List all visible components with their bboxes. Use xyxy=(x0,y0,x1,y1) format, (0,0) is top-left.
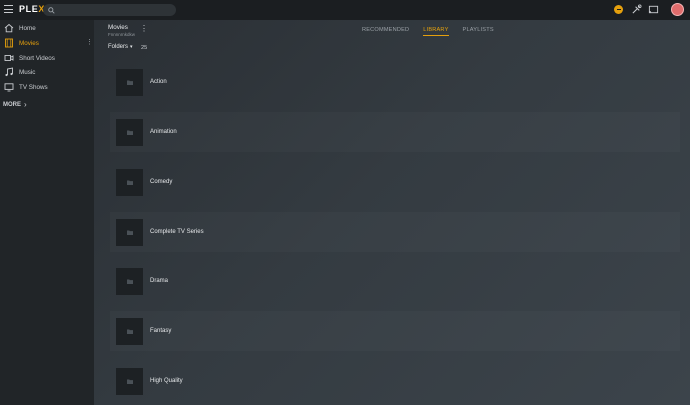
folder-icon xyxy=(126,230,133,235)
logo-text: PLE xyxy=(19,4,39,14)
folder-label: High Quality xyxy=(150,378,183,384)
view-type-dropdown[interactable]: Folders ▾ xyxy=(108,44,133,50)
folder-label: Fantasy xyxy=(150,328,172,334)
folder-thumbnail xyxy=(116,317,143,345)
folder-thumbnail xyxy=(116,118,143,146)
library-title: Movies xyxy=(108,24,128,31)
folder-row[interactable]: Fantasy xyxy=(110,311,680,351)
home-icon xyxy=(4,23,14,33)
folder-row[interactable]: High Quality xyxy=(110,361,680,401)
folder-thumbnail xyxy=(116,367,143,395)
folder-thumbnail xyxy=(116,267,143,295)
library-options-icon[interactable]: ⋮ xyxy=(140,25,148,33)
avatar[interactable] xyxy=(671,3,684,16)
folder-row[interactable]: Animation xyxy=(110,112,680,152)
folder-thumbnail xyxy=(116,218,143,246)
item-count: 25 xyxy=(141,45,148,51)
sidebar-item-label: Movies xyxy=(19,39,39,47)
library-subtitle: Fnnnnrnkdkw xyxy=(108,32,136,37)
sidebar-item-home[interactable]: Home xyxy=(0,21,94,35)
folder-icon xyxy=(126,130,133,135)
more-label: MORE xyxy=(3,101,21,108)
folder-icon xyxy=(126,80,133,85)
tab-library[interactable]: LIBRARY xyxy=(423,27,449,36)
folder-label: Complete TV Series xyxy=(150,229,204,235)
folder-icon xyxy=(126,279,133,284)
folder-label: Animation xyxy=(150,129,177,135)
sidebar: Home Movies ⋮ Short Videos Music TV Show… xyxy=(0,20,94,405)
sidebar-item-music[interactable]: Music xyxy=(0,65,94,79)
library-tabs: RECOMMENDED LIBRARY PLAYLISTS xyxy=(362,27,508,36)
caret-down-icon: ▾ xyxy=(130,44,133,50)
sidebar-item-label: TV Shows xyxy=(19,83,48,91)
music-icon xyxy=(5,67,13,77)
search-input[interactable] xyxy=(59,7,169,13)
folder-row[interactable]: Drama xyxy=(110,261,680,301)
more-button[interactable]: MORE › xyxy=(3,100,27,109)
tab-playlists[interactable]: PLAYLISTS xyxy=(463,27,494,36)
tools-icon[interactable] xyxy=(631,4,642,15)
sidebar-item-short-videos[interactable]: Short Videos xyxy=(0,51,94,65)
folder-label: Comedy xyxy=(150,179,173,185)
main-content: Movies Fnnnnrnkdkw ⋮ Folders ▾ 25 RECOMME… xyxy=(94,20,690,405)
cast-icon[interactable] xyxy=(648,4,659,15)
activity-icon[interactable] xyxy=(614,5,623,14)
folder-thumbnail xyxy=(116,68,143,96)
search-bar[interactable] xyxy=(43,4,176,16)
search-icon xyxy=(48,6,55,14)
folder-thumbnail xyxy=(116,168,143,196)
view-type-label: Folders xyxy=(108,44,129,50)
folder-label: Drama xyxy=(150,278,169,284)
sidebar-item-label: Home xyxy=(19,24,36,32)
sidebar-item-movies[interactable]: Movies ⋮ xyxy=(0,36,94,50)
folder-row[interactable]: Complete TV Series xyxy=(110,212,680,252)
plex-logo[interactable]: PLEX xyxy=(19,4,45,14)
tab-recommended[interactable]: RECOMMENDED xyxy=(362,27,409,36)
chevron-right-icon: › xyxy=(24,100,27,109)
folder-row[interactable]: Comedy xyxy=(110,162,680,202)
folder-row[interactable]: Action xyxy=(110,62,680,102)
folder-icon xyxy=(126,329,133,334)
folder-icon xyxy=(126,180,133,185)
top-bar: PLEX xyxy=(0,0,690,20)
menu-icon[interactable] xyxy=(4,5,13,14)
sidebar-item-tv-shows[interactable]: TV Shows xyxy=(0,80,94,94)
folder-icon xyxy=(126,379,133,384)
video-icon xyxy=(4,55,14,61)
tv-icon xyxy=(4,83,14,92)
sidebar-item-label: Music xyxy=(19,68,36,76)
more-options-icon[interactable]: ⋮ xyxy=(86,39,93,46)
folder-label: Action xyxy=(150,79,167,85)
sidebar-item-label: Short Videos xyxy=(19,54,55,62)
film-icon xyxy=(5,38,13,48)
